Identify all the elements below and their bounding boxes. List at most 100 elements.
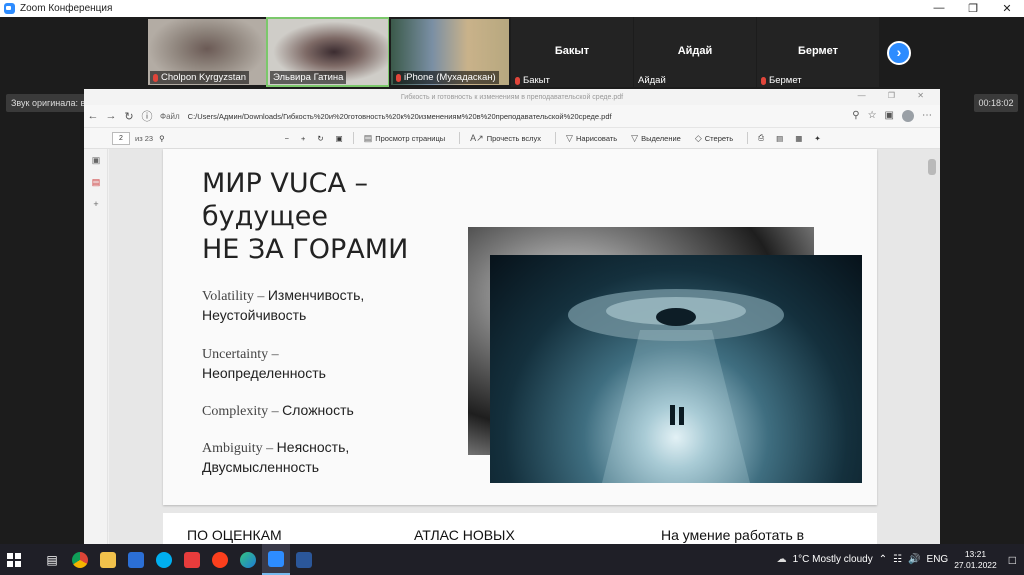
vuca-item-complexity: Complexity – Сложность xyxy=(202,402,354,419)
task-view-icon[interactable]: ▤ xyxy=(38,544,66,575)
page-number-input[interactable]: 2 xyxy=(112,131,130,145)
windows-taskbar: ▤ ☁ 1°C Mostly cloudy ⌃ ☷ 🔊 ENG 13:21 27… xyxy=(0,544,1024,575)
page-view-button[interactable]: ▤ Просмотр страницы xyxy=(364,133,445,144)
language-indicator[interactable]: ENG xyxy=(927,554,949,565)
read-aloud-button[interactable]: A↗ Прочесть вслух xyxy=(470,133,541,144)
zoom-titlebar: Zoom Конференция — ❐ ✕ xyxy=(0,0,1024,17)
pdf-file-icon[interactable]: ▤ xyxy=(84,171,108,193)
zoom-taskbar-icon[interactable] xyxy=(262,544,290,575)
video-tile-3[interactable]: iPhone (Мухадаскан) xyxy=(389,17,511,87)
start-button[interactable] xyxy=(0,544,28,575)
yandex-app-icon[interactable] xyxy=(178,544,206,575)
window-controls: — ❐ ✕ xyxy=(922,2,1024,15)
video-tile-1[interactable]: Cholpon Kyrgyzstan xyxy=(146,17,268,87)
thumbnails-icon[interactable]: ▣ xyxy=(84,149,108,171)
file-explorer-icon[interactable] xyxy=(94,544,122,575)
back-icon[interactable]: ← xyxy=(84,110,102,122)
participant-name: Бакыт xyxy=(554,45,590,57)
weather-text[interactable]: 1°C Mostly cloudy xyxy=(793,554,873,565)
forward-icon[interactable]: → xyxy=(102,110,120,122)
participant-label: Бакыт xyxy=(515,75,550,86)
browser-actions: ⚲ ☆ ▣ ⋯ xyxy=(852,110,940,122)
participant-label: Эльвира Гатина xyxy=(270,71,347,84)
divider xyxy=(555,132,557,144)
draw-button[interactable]: ▽ Нарисовать xyxy=(566,133,617,144)
zoom-out-icon[interactable]: − xyxy=(285,134,289,143)
name-tile-aidai[interactable]: Айдай Айдай xyxy=(634,17,756,87)
window-title: Zoom Конференция xyxy=(20,3,113,14)
participant-label: Cholpon Kyrgyzstan xyxy=(150,71,250,84)
ufo-illustration xyxy=(568,289,784,483)
page-total: из 23 xyxy=(135,133,154,143)
minimize-icon[interactable]: — xyxy=(922,2,956,15)
search-icon[interactable]: ⚲ xyxy=(159,134,165,143)
file-label: Файл xyxy=(160,111,180,121)
edge-icon[interactable] xyxy=(234,544,262,575)
close-icon[interactable]: ✕ xyxy=(990,2,1024,15)
video-tile-2[interactable]: Эльвира Гатина xyxy=(266,17,390,87)
network-icon[interactable]: ☷ xyxy=(893,554,902,565)
document-viewport[interactable]: МИР VUCA – будущее НЕ ЗА ГОРАМИ Volatili… xyxy=(109,149,940,544)
zoom-icon[interactable]: ⚲ xyxy=(852,110,859,122)
participant-label: iPhone (Мухадаскан) xyxy=(393,71,499,84)
muted-mic-icon xyxy=(153,73,158,82)
pin-icon[interactable]: ✦ xyxy=(814,134,820,143)
store-icon[interactable] xyxy=(122,544,150,575)
name-tile-bakyt[interactable]: Бакыт Бакыт xyxy=(511,17,633,87)
skype-icon[interactable] xyxy=(150,544,178,575)
zoom-in-icon[interactable]: + xyxy=(301,134,305,143)
vuca-item-volatility: Volatility – Изменчивость, Неустойчивост… xyxy=(202,287,365,323)
time: 13:21 xyxy=(964,548,987,559)
tray-arrow-icon[interactable]: ⌃ xyxy=(879,554,887,565)
next-page-button[interactable]: › xyxy=(887,41,911,65)
word-icon[interactable] xyxy=(290,544,318,575)
clock[interactable]: 13:21 27.01.2022 xyxy=(954,549,997,571)
favorite-icon[interactable]: ☆ xyxy=(868,110,877,122)
date: 27.01.2022 xyxy=(954,559,997,570)
participant-label: Айдай xyxy=(638,75,666,86)
vuca-item-ambiguity: Ambiguity – Неясность, Двусмысленность xyxy=(202,439,350,475)
weather-icon: ☁ xyxy=(776,554,787,565)
next-page-text-3: На умение работать в xyxy=(661,527,805,543)
add-icon[interactable]: + xyxy=(84,193,108,215)
more-icon[interactable]: ⋯ xyxy=(922,110,932,122)
pen-icon: ▽ xyxy=(566,132,573,143)
next-page-text-2: АТЛАС НОВЫХ xyxy=(414,527,515,543)
rotate-icon[interactable]: ↻ xyxy=(317,134,323,143)
participant-name: Бермет xyxy=(797,45,839,57)
pdf-sidebar: ▣ ▤ + xyxy=(84,149,108,544)
next-page-text-1: ПО ОЦЕНКАМ xyxy=(187,527,282,543)
name-tile-bermet[interactable]: Бермет Бермет xyxy=(757,17,879,87)
pdf-toolbar: 2 из 23 ⚲ − + ↻ ▣ ▤ Просмотр страницы A↗ П… xyxy=(84,127,940,149)
url-field[interactable]: C:/Users/Админ/Downloads/Гибкость%20и%20… xyxy=(188,112,748,121)
profile-avatar[interactable] xyxy=(902,110,914,122)
browser-window-controls[interactable]: — ❐ ✕ xyxy=(858,91,934,100)
slide-title: МИР VUCA – будущее НЕ ЗА ГОРАМИ xyxy=(202,168,409,265)
fit-page-icon[interactable]: ▣ xyxy=(336,134,343,143)
system-tray: ☁ 1°C Mostly cloudy ⌃ ☷ 🔊 ENG 13:21 27.0… xyxy=(777,549,1024,571)
save-as-icon[interactable]: ▦ xyxy=(795,134,802,143)
eraser-icon: ◇ xyxy=(694,132,702,143)
erase-button[interactable]: ◇ Стереть xyxy=(695,133,733,144)
address-bar: ← → ↻ ⓘ Файл C:/Users/Админ/Downloads/Ги… xyxy=(84,105,940,127)
yandex-browser-icon[interactable] xyxy=(206,544,234,575)
shared-screen-browser[interactable]: Гибкость и готовность к изменениям в пре… xyxy=(84,89,940,544)
scrollbar-thumb[interactable] xyxy=(928,159,936,175)
muted-mic-icon xyxy=(761,76,766,85)
highlight-button[interactable]: ▽ Выделение xyxy=(631,133,681,144)
highlighter-icon: ▽ xyxy=(631,132,639,143)
muted-mic-icon xyxy=(396,73,401,82)
save-icon[interactable]: ▤ xyxy=(776,134,783,143)
meeting-area: Cholpon Kyrgyzstan Эльвира Гатина iPhone… xyxy=(0,17,1024,544)
print-icon[interactable]: ⎙ xyxy=(758,133,764,143)
chrome-icon[interactable] xyxy=(66,544,94,575)
maximize-icon[interactable]: ❐ xyxy=(956,2,990,15)
volume-icon[interactable]: 🔊 xyxy=(908,554,920,565)
info-icon[interactable]: ⓘ xyxy=(138,108,156,124)
notifications-icon[interactable]: □ xyxy=(1009,553,1016,567)
tab-title[interactable]: Гибкость и готовность к изменениям в пре… xyxy=(401,94,623,101)
refresh-icon[interactable]: ↻ xyxy=(120,110,138,123)
collections-icon[interactable]: ▣ xyxy=(885,110,894,122)
recording-timer: 00:18:02 xyxy=(974,94,1018,112)
divider xyxy=(352,132,354,144)
